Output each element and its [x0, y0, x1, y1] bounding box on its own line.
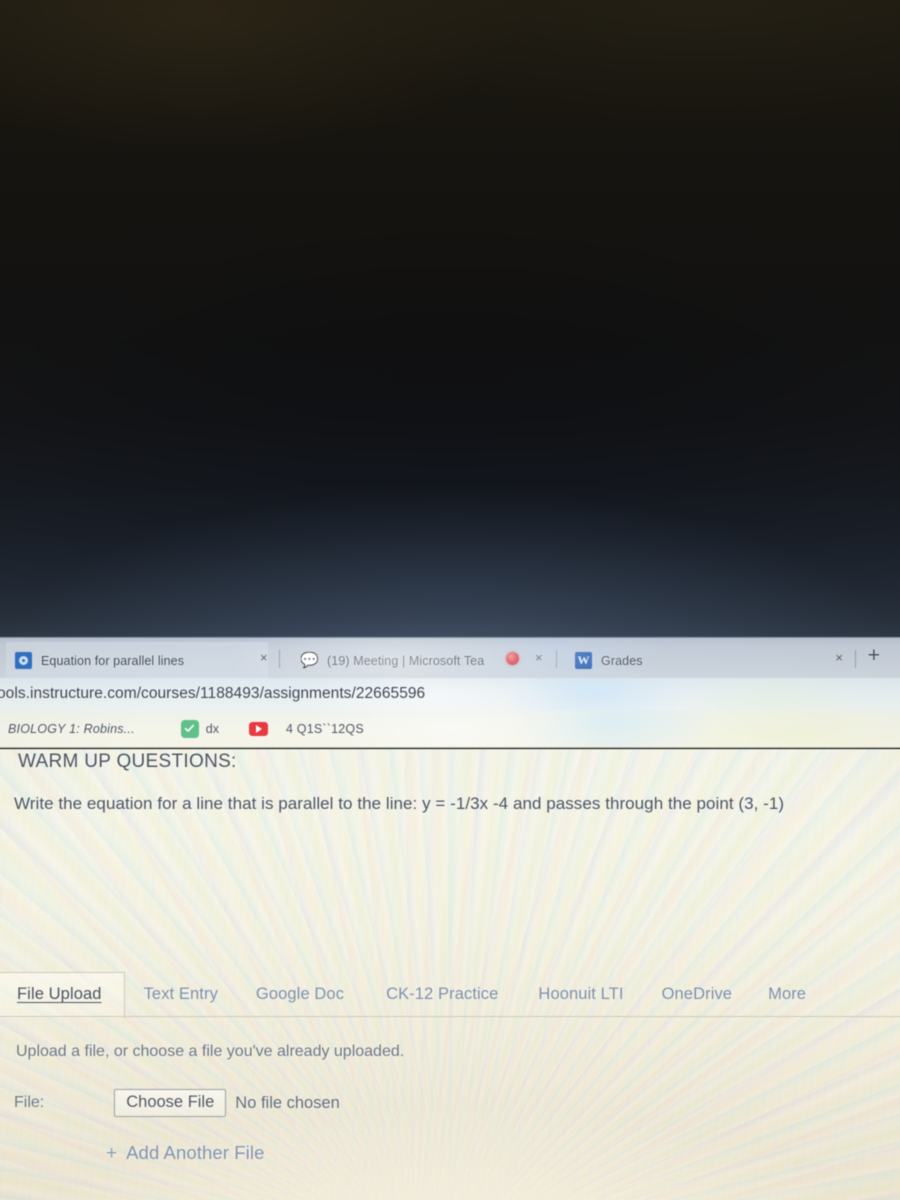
browser-tab-title: Grades [601, 653, 643, 668]
browser-tab-strip: Equation for parallel lines × 💬 (19) Mee… [0, 637, 900, 679]
tab-divider [556, 650, 557, 668]
dark-screen-region [0, 0, 900, 637]
tab-google-doc[interactable]: Google Doc [256, 985, 344, 1016]
file-upload-row: File: Choose File No file chosen [14, 1089, 340, 1117]
add-another-file-link[interactable]: + Add Another File [106, 1142, 265, 1164]
page-title: WARM UP QUESTIONS: [18, 751, 237, 772]
tab-ck-12-practice[interactable]: CK-12 Practice [386, 985, 498, 1016]
browser-tab-title: (19) Meeting | Microsoft Tea [327, 653, 485, 668]
bookmark-label: 4 Q1S``12QS [285, 721, 364, 736]
tab-file-upload[interactable]: File Upload [17, 985, 102, 1016]
tab-divider [279, 650, 280, 668]
canvas-icon [15, 652, 32, 669]
bookmark-dx[interactable]: dx [180, 719, 219, 738]
green-check-icon [180, 719, 199, 738]
tab-more[interactable]: More [768, 985, 806, 1016]
tab-close-icon[interactable]: × [258, 651, 270, 664]
window-close-icon[interactable]: × [835, 650, 843, 665]
canvas-assignment-page: WARM UP QUESTIONS: Write the equation fo… [0, 749, 900, 1200]
assignment-question-text: Write the equation for a line that is pa… [14, 794, 785, 813]
tab-hoonuit-lti[interactable]: Hoonuit LTI [538, 985, 623, 1016]
toolbar-divider [855, 650, 856, 668]
bookmark-label: dx [205, 721, 219, 736]
no-file-chosen-text: No file chosen [235, 1093, 340, 1112]
new-tab-button[interactable]: + [868, 645, 880, 666]
file-field-label: File: [14, 1094, 45, 1111]
bookmark-label: BIOLOGY 1: Robins... [8, 721, 135, 736]
file-input-control[interactable]: Choose File No file chosen [114, 1089, 340, 1117]
browser-tab-microsoft-teams-meeting[interactable]: 💬 (19) Meeting | Microsoft Tea [292, 642, 520, 679]
choose-file-button[interactable]: Choose File [114, 1089, 227, 1117]
tab-onedrive[interactable]: OneDrive [662, 985, 733, 1016]
photographed-screen: Equation for parallel lines × 💬 (19) Mee… [0, 0, 900, 1200]
youtube-icon [248, 721, 268, 736]
bookmark-biology-1-robins[interactable]: BIOLOGY 1: Robins... [8, 722, 135, 736]
teams-icon: 💬 [301, 652, 318, 669]
browser-tab-grades[interactable]: W Grades [566, 642, 706, 679]
bookmark-4-q1s-12qs[interactable]: 4 Q1S``12QS [248, 721, 364, 736]
recording-indicator-icon [506, 652, 519, 665]
tab-text-entry[interactable]: Text Entry [144, 985, 218, 1016]
tab-close-icon[interactable]: × [533, 651, 545, 664]
url-text: ools.instructure.com/courses/1188493/ass… [0, 685, 426, 702]
browser-tab-equation-for-parallel-lines[interactable]: Equation for parallel lines [6, 642, 268, 679]
submission-type-tabs: File Upload Text Entry Google Doc CK-12 … [0, 972, 900, 1017]
address-bar[interactable]: ools.instructure.com/courses/1188493/ass… [0, 678, 900, 710]
add-another-file-label: Add Another File [126, 1142, 265, 1163]
bookmarks-bar: BIOLOGY 1: Robins... dx 4 Q1S``12QS [0, 710, 900, 748]
plus-icon: + [106, 1142, 118, 1164]
word-icon: W [575, 652, 592, 669]
upload-instructions: Upload a file, or choose a file you've a… [16, 1043, 405, 1060]
browser-tab-title: Equation for parallel lines [41, 653, 185, 668]
